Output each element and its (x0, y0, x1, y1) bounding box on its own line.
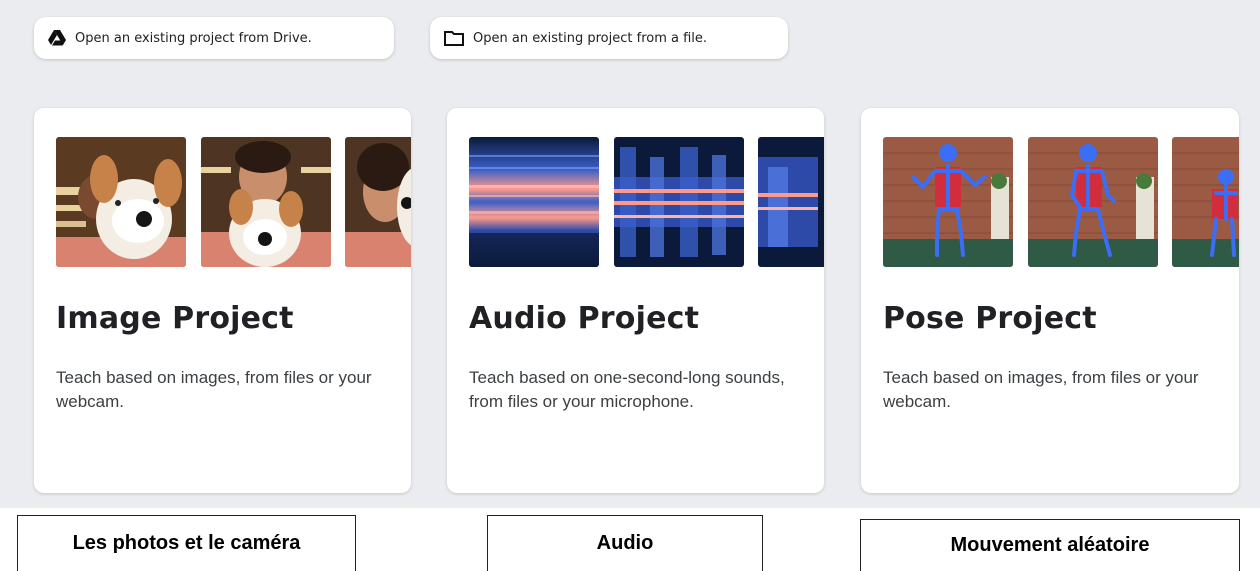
pose-skeleton-photo (1028, 137, 1158, 267)
open-from-drive-button[interactable]: Open an existing project from Drive. (34, 17, 394, 59)
pose-project-caption: Mouvement aléatoire (860, 519, 1240, 571)
image-project-card[interactable]: Image Project Teach based on images, fro… (34, 108, 411, 493)
spectrogram-image (758, 137, 824, 267)
open-from-file-button[interactable]: Open an existing project from a file. (430, 17, 788, 59)
person-holding-plush-photo (345, 137, 411, 267)
teachable-machine-start-panel: Open an existing project from Drive. Ope… (0, 0, 1260, 508)
image-project-thumbnails (56, 137, 411, 267)
pose-project-thumbnails (883, 137, 1239, 267)
pose-skeleton-photo (883, 137, 1013, 267)
image-project-description: Teach based on images, from files or you… (56, 368, 372, 411)
folder-icon (444, 30, 464, 46)
spectrogram-image (469, 137, 599, 267)
person-with-plush-photo (201, 137, 331, 267)
pose-project-card[interactable]: Pose Project Teach based on images, from… (861, 108, 1239, 493)
pose-project-title: Pose Project (883, 301, 1097, 336)
audio-project-card[interactable]: Audio Project Teach based on one-second-… (447, 108, 824, 493)
audio-project-description: Teach based on one-second-long sounds, f… (469, 368, 785, 411)
audio-project-caption: Audio (487, 515, 763, 571)
audio-project-thumbnails (469, 137, 824, 267)
google-drive-icon (48, 30, 66, 46)
audio-project-title: Audio Project (469, 301, 700, 336)
open-from-drive-label: Open an existing project from Drive. (75, 30, 312, 46)
image-project-title: Image Project (56, 301, 294, 336)
image-project-caption: Les photos et le caméra (17, 515, 356, 571)
open-from-file-label: Open an existing project from a file. (473, 30, 708, 46)
spectrogram-image (614, 137, 744, 267)
pose-skeleton-photo (1172, 137, 1239, 267)
plush-dog-photo (56, 137, 186, 267)
pose-project-description: Teach based on images, from files or you… (883, 368, 1199, 411)
